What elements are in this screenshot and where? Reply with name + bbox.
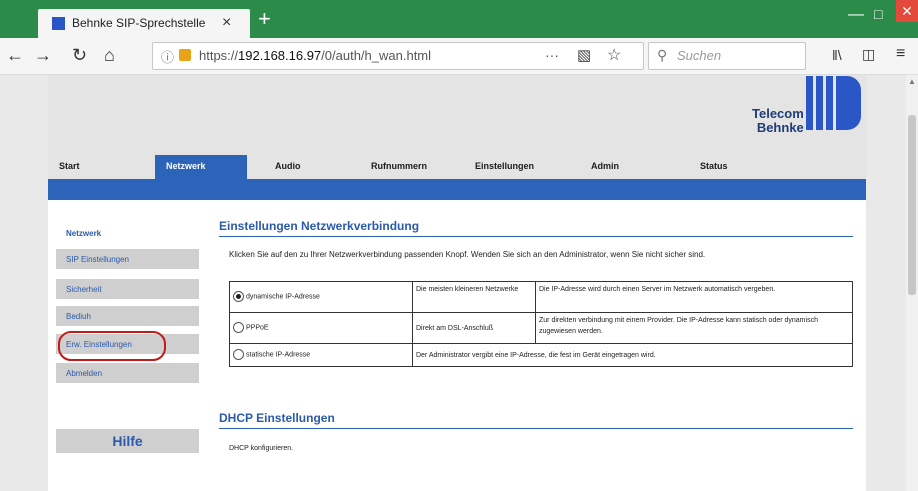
table-row: dynamische IP-Adresse Die meisten kleine… — [229, 281, 853, 313]
forward-icon[interactable]: → — [34, 45, 52, 66]
hamburger-menu-icon[interactable]: ≡ — [896, 45, 905, 63]
library-icon[interactable]: ‖\ — [832, 47, 842, 63]
new-tab-button[interactable]: + — [258, 6, 271, 32]
home-icon[interactable]: ⌂ — [104, 45, 115, 66]
scroll-up-icon[interactable]: ▲ — [908, 77, 916, 86]
menu-tab-rufnummern[interactable]: Rufnummern — [371, 161, 427, 171]
sidebar-item-label: SIP Einstellungen — [66, 255, 130, 264]
sidebar-item-label: Netzwerk — [66, 229, 102, 238]
dhcp-configure-link[interactable]: DHCP konfigurieren. — [229, 445, 293, 452]
radio-dynamic-ip[interactable] — [233, 291, 244, 303]
menu-tab-status[interactable]: Status — [700, 161, 728, 171]
browser-tab[interactable]: Behnke SIP-Sprechstelle × — [38, 9, 250, 38]
menu-tab-audio[interactable]: Audio — [275, 161, 301, 171]
web-page: ▲ Telecom Behnke Netzwerk Start Audio Ru… — [0, 75, 918, 491]
telecom-behnke-logo-icon — [806, 76, 861, 130]
table-row: PPPoE Direkt am DSL-Anschluß Zur direkte… — [229, 312, 853, 344]
url-host: 192.168.16.97 — [238, 48, 322, 63]
pocket-icon[interactable]: ▧ — [577, 46, 591, 64]
sidebar-item-sip-einstellungen[interactable]: SIP Einstellungen — [56, 249, 199, 269]
search-icon: ⚲ — [657, 47, 668, 63]
radio-static-ip[interactable] — [233, 349, 244, 361]
connection-options-table: dynamische IP-Adresse Die meisten kleine… — [229, 281, 853, 367]
header-band — [48, 179, 866, 200]
browser-titlebar: Behnke SIP-Sprechstelle × + — □ ✕ — [0, 0, 918, 38]
option-description: Zur direkten verbindung mit einem Provid… — [535, 312, 853, 344]
window-close-icon[interactable]: ✕ — [896, 0, 918, 22]
browser-navbar: ← → ↻ ⌂ ⓘ https://192.168.16.97/0/auth/h… — [0, 38, 918, 75]
option-usage: Die meisten kleineren Netzwerke — [412, 281, 536, 313]
sidebar-toggle-icon[interactable]: ◫ — [862, 46, 875, 63]
option-label: statische IP-Adresse — [246, 351, 311, 359]
page-title: Einstellungen Netzwerkverbindung — [219, 219, 420, 233]
page-actions-icon[interactable]: ··· — [545, 47, 559, 63]
page-scrollbar[interactable]: ▲ — [906, 75, 918, 491]
option-cell[interactable]: dynamische IP-Adresse — [229, 281, 413, 313]
logo-line1: Telecom — [752, 106, 804, 121]
dhcp-divider — [219, 428, 853, 429]
main-menu: Netzwerk Start Audio Rufnummern Einstell… — [48, 155, 866, 179]
menu-tab-einstellungen[interactable]: Einstellungen — [475, 161, 534, 171]
page-gutter-right — [866, 75, 906, 491]
tab-title: Behnke SIP-Sprechstelle — [72, 16, 206, 30]
back-icon[interactable]: ← — [6, 45, 24, 66]
option-usage: Direkt am DSL-Anschluß — [412, 312, 536, 344]
bookmark-star-icon[interactable]: ☆ — [607, 45, 621, 65]
menu-tab-netzwerk[interactable]: Netzwerk — [155, 155, 247, 179]
menu-tab-label: Netzwerk — [166, 161, 206, 171]
site-header: Telecom Behnke — [48, 75, 866, 155]
search-input[interactable]: ⚲ Suchen — [648, 42, 806, 70]
site-favicon-icon — [52, 17, 65, 30]
window-minimize-icon[interactable]: — — [848, 6, 864, 24]
option-usage: Der Administrator vergibt eine IP-Adress… — [412, 343, 853, 367]
dhcp-title: DHCP Einstellungen — [219, 411, 335, 425]
window-maximize-icon[interactable]: □ — [874, 6, 882, 22]
option-cell[interactable]: PPPoE — [229, 312, 413, 344]
highlight-circle — [58, 331, 166, 361]
sidebar-item-label: Abmelden — [66, 369, 103, 378]
sidebar-item-bedienung[interactable]: Bediuh — [56, 306, 199, 326]
intro-text: Klicken Sie auf den zu Ihrer Netzwerkver… — [229, 250, 706, 259]
option-cell[interactable]: statische IP-Adresse — [229, 343, 413, 367]
sidebar-item-sicherheit[interactable]: Sicherheit — [56, 279, 199, 299]
help-button[interactable]: Hilfe — [56, 429, 199, 453]
lock-warning-icon[interactable] — [179, 49, 191, 61]
menu-tab-admin[interactable]: Admin — [591, 161, 619, 171]
logo-line2: Behnke — [756, 120, 804, 135]
scrollbar-thumb[interactable] — [908, 115, 916, 295]
sidebar-item-netzwerk[interactable]: Netzwerk — [56, 223, 199, 243]
option-label: dynamische IP-Adresse — [246, 293, 320, 301]
sidebar-item-label: Bediuh — [66, 312, 91, 321]
sidebar-item-abmelden[interactable]: Abmelden — [56, 363, 199, 383]
reload-icon[interactable]: ↻ — [72, 45, 87, 66]
title-divider — [219, 236, 853, 237]
option-label: PPPoE — [246, 324, 269, 332]
table-row: statische IP-Adresse Der Administrator v… — [229, 343, 853, 367]
logo-text: Telecom Behnke — [752, 107, 804, 135]
menu-tab-start[interactable]: Start — [59, 161, 80, 171]
tab-close-icon[interactable]: × — [222, 14, 231, 32]
sidebar-item-label: Sicherheit — [66, 285, 102, 294]
option-description: Die IP-Adresse wird durch einen Server i… — [535, 281, 853, 313]
address-bar[interactable]: ⓘ https://192.168.16.97/0/auth/h_wan.htm… — [152, 42, 644, 70]
page-gutter-left — [0, 75, 48, 491]
search-placeholder: Suchen — [677, 48, 722, 63]
radio-pppoe[interactable] — [233, 322, 244, 334]
url-text[interactable]: https://192.168.16.97/0/auth/h_wan.html — [199, 48, 431, 63]
info-icon[interactable]: ⓘ — [161, 47, 174, 66]
